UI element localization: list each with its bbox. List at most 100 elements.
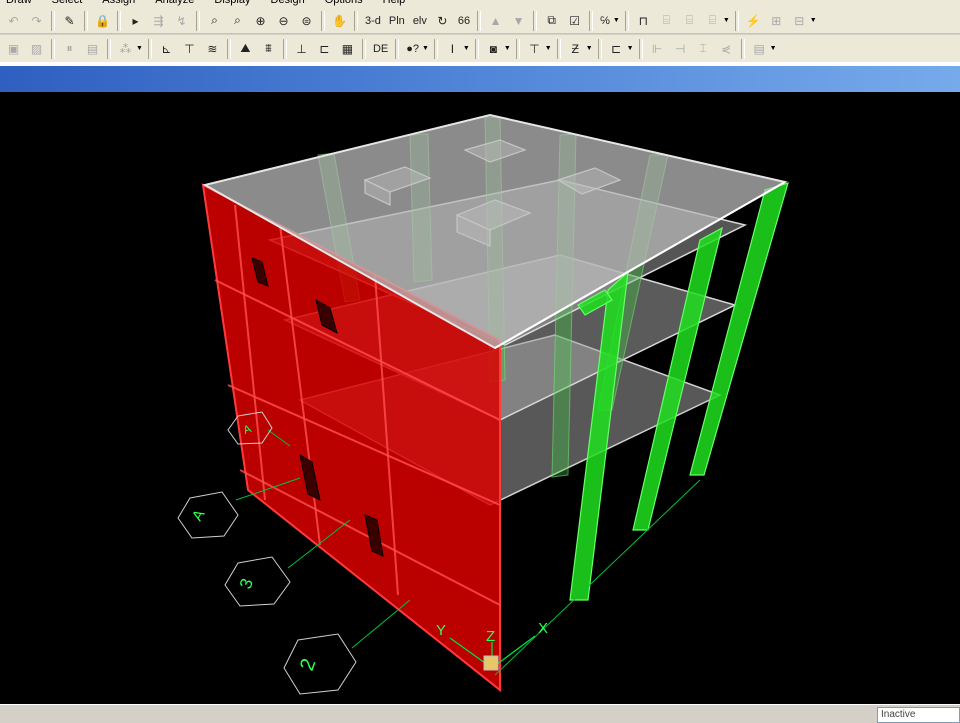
toolbar-separator — [597, 38, 602, 59]
toolbar-separator — [474, 38, 479, 59]
table-icon[interactable]: ▤ — [749, 38, 770, 59]
toolbar-separator — [107, 38, 111, 59]
grid-bubble-label: 3 — [236, 576, 257, 591]
toolbar-separator — [354, 10, 358, 31]
rubber-band-icon[interactable]: ↯ — [171, 10, 192, 31]
define-label-icon[interactable]: DE — [370, 38, 391, 59]
elev-label-icon[interactable]: ⊥ — [291, 38, 312, 59]
dropdown-arrow-icon[interactable]: ▼ — [504, 45, 511, 52]
lightning-icon[interactable]: ⚡ — [743, 10, 764, 31]
pan-icon[interactable]: ✋ — [329, 10, 350, 31]
status-text: Inactive — [877, 707, 960, 723]
toolbar-separator — [51, 10, 55, 31]
columns-icon[interactable]: ⏸ — [59, 38, 80, 59]
view-elev-icon[interactable]: elv — [410, 10, 430, 31]
menu-item[interactable]: Help — [377, 0, 420, 7]
frame4-icon[interactable]: ⌸ — [702, 10, 723, 31]
layers-icon[interactable]: ≋ — [202, 38, 223, 59]
3d-model-view[interactable]: A A 3 2 Y Z X — [0, 92, 960, 704]
channel-icon[interactable]: ⊏ — [606, 38, 627, 59]
design2-icon[interactable]: ⊟ — [789, 10, 810, 31]
wall-icon[interactable]: ⊏ — [314, 38, 335, 59]
brace1-icon[interactable]: ⊩ — [647, 38, 668, 59]
grid-bubble-3 — [224, 556, 291, 607]
tree-icon[interactable]: ⊤ — [179, 38, 200, 59]
rotate-icon[interactable]: ↻ — [432, 10, 453, 31]
move-up-icon[interactable]: ▲ — [485, 10, 506, 31]
undo-icon[interactable]: ↶ — [3, 10, 24, 31]
menu-item[interactable]: Display — [208, 0, 264, 7]
chart-icon[interactable]: ⩩ — [258, 38, 279, 59]
brace4-icon[interactable]: ⋞ — [716, 38, 737, 59]
grid-line — [351, 599, 411, 649]
view-plan-icon[interactable]: Pln — [386, 10, 408, 31]
brace3-icon[interactable]: ⌶ — [693, 38, 714, 59]
menu-item[interactable]: Analyze — [149, 0, 208, 7]
menu-item[interactable]: Assign — [96, 0, 149, 7]
zoom-restore-icon[interactable]: ⌕ — [227, 10, 248, 31]
menu-item[interactable]: Draw — [0, 0, 46, 7]
axes-icon[interactable]: ⊾ — [156, 38, 177, 59]
toolbar-separator — [84, 10, 88, 31]
section-i-icon[interactable]: I — [442, 38, 463, 59]
frame3-icon[interactable]: ⌸ — [679, 10, 700, 31]
redo-icon[interactable]: ↷ — [26, 10, 47, 31]
dropdown-arrow-icon[interactable]: ▼ — [770, 45, 777, 52]
dropdown-arrow-icon[interactable]: ▼ — [613, 17, 620, 24]
snap-icon[interactable]: ⁂ — [115, 38, 136, 59]
zoom-window-icon[interactable]: ⌕ — [204, 10, 225, 31]
toolbar-separator — [589, 10, 594, 31]
view-window-titlebar[interactable] — [0, 66, 960, 92]
beams-icon[interactable]: ▤ — [82, 38, 103, 59]
area-icon[interactable]: ◙ — [483, 38, 504, 59]
pencil-icon[interactable]: ✎ — [59, 10, 80, 31]
menu-item[interactable]: Select — [46, 0, 97, 7]
beam-z-icon[interactable]: Ƶ — [565, 38, 586, 59]
toolbar-separator — [282, 38, 287, 59]
toolbar-separator — [734, 10, 739, 31]
view-3d-icon[interactable]: 3-d — [362, 10, 384, 31]
toolbar-separator — [361, 38, 366, 59]
object-shrink-icon[interactable]: ⧉ — [541, 10, 562, 31]
dropdown-arrow-icon[interactable]: ▼ — [136, 45, 143, 52]
menu-item[interactable]: Options — [319, 0, 377, 7]
status-bar: Inactive — [0, 704, 960, 723]
frame-icon[interactable]: ⊓ — [633, 10, 654, 31]
lock-icon[interactable]: 🔒 — [92, 10, 113, 31]
dropdown-arrow-icon[interactable]: ▼ — [586, 45, 593, 52]
dropdown-arrow-icon[interactable]: ▼ — [810, 17, 817, 24]
zoom-in-icon[interactable]: ⊕ — [250, 10, 271, 31]
dropdown-arrow-icon[interactable]: ▼ — [545, 45, 552, 52]
dropdown-arrow-icon[interactable]: ▼ — [723, 17, 730, 24]
show-grid-icon[interactable]: ▨ — [26, 38, 47, 59]
zoom-out-icon[interactable]: ⊖ — [273, 10, 294, 31]
dropdown-arrow-icon[interactable]: ▼ — [463, 45, 470, 52]
toolbar-separator — [196, 10, 200, 31]
axis-z-label: Z — [486, 628, 495, 645]
zoom-full-icon[interactable]: ⊜ — [296, 10, 317, 31]
toolbar-separator — [51, 38, 55, 59]
toolbar-separator — [477, 10, 482, 31]
move-down-icon[interactable]: ▼ — [508, 10, 529, 31]
perspective-icon[interactable]: 66 — [455, 10, 473, 31]
brace2-icon[interactable]: ⊣ — [670, 38, 691, 59]
set-display-icon[interactable]: ☑ — [564, 10, 585, 31]
menu-item[interactable]: Design — [265, 0, 319, 7]
image-icon[interactable]: ⛰ — [235, 38, 256, 59]
toolbar-separator — [321, 10, 325, 31]
dropdown-arrow-icon[interactable]: ▼ — [627, 45, 634, 52]
toolbar-separator — [533, 10, 538, 31]
help-cursor-icon[interactable]: ●? — [403, 38, 422, 59]
show-all-icon[interactable]: ▣ — [3, 38, 24, 59]
grid-icon[interactable]: ▦ — [337, 38, 358, 59]
axis-x-label: X — [538, 620, 548, 637]
frame2-icon[interactable]: ⌸ — [656, 10, 677, 31]
assign-icon[interactable]: ℅ — [597, 10, 613, 31]
column-t-icon[interactable]: ⊤ — [524, 38, 545, 59]
toolbar-separator — [117, 10, 121, 31]
run-icon[interactable]: ▸ — [125, 10, 146, 31]
dropdown-arrow-icon[interactable]: ▼ — [422, 45, 429, 52]
design-icon[interactable]: ⊞ — [766, 10, 787, 31]
step-icon[interactable]: ⇶ — [148, 10, 169, 31]
menu-bar: Draw Select Assign Analyze Display Design Opti… — [0, 0, 960, 8]
